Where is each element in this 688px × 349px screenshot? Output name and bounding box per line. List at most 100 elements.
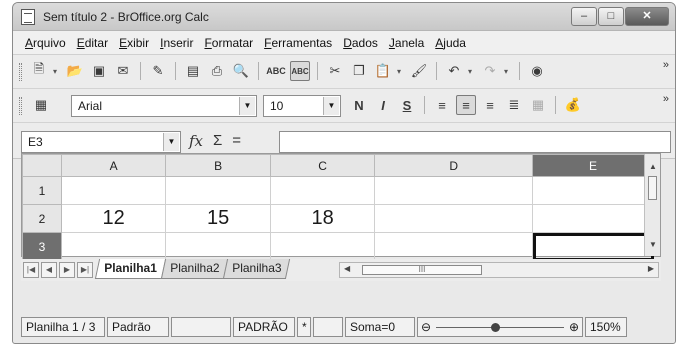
zoom-level[interactable]: 150%	[585, 317, 627, 337]
cell-b1[interactable]	[165, 176, 271, 205]
underline-button[interactable]: S	[397, 95, 417, 115]
cell-b2[interactable]: 15	[165, 204, 271, 233]
font-name-dropdown-icon[interactable]: ▼	[239, 97, 255, 115]
menu-formatar[interactable]: Formatar	[204, 36, 253, 50]
scroll-up-icon[interactable]: ▲	[649, 162, 657, 171]
cell-c1[interactable]	[269, 176, 376, 205]
column-header-e[interactable]: E	[532, 154, 654, 177]
minimize-button[interactable]: –	[571, 7, 597, 26]
cut-icon[interactable]: ✂	[325, 61, 345, 81]
row-header-2[interactable]: 2	[22, 204, 62, 233]
scroll-left-icon[interactable]: ◀	[344, 264, 350, 273]
scroll-right-icon[interactable]: ▶	[648, 264, 654, 273]
menu-inserir[interactable]: Inserir	[160, 36, 193, 50]
zoom-track[interactable]	[436, 327, 564, 328]
italic-button[interactable]: I	[373, 95, 393, 115]
new-dropdown-icon[interactable]: ▾	[53, 67, 61, 76]
edit-file-icon[interactable]: ✎	[148, 61, 168, 81]
toolbar-overflow-icon[interactable]: »	[663, 60, 669, 71]
export-pdf-icon[interactable]: ▤	[183, 61, 203, 81]
last-sheet-icon[interactable]: ▶|	[77, 262, 93, 278]
scroll-down-icon[interactable]: ▼	[649, 240, 657, 249]
cell-a3[interactable]	[60, 232, 167, 261]
cell-e2[interactable]	[532, 204, 654, 233]
open-icon[interactable]: 📂	[65, 61, 85, 81]
cell-e1[interactable]	[532, 176, 654, 205]
align-right-icon[interactable]: ≡	[480, 95, 500, 115]
sum-icon[interactable]: Σ	[213, 132, 222, 150]
font-size-box[interactable]: 10 ▼	[263, 95, 341, 117]
align-left-icon[interactable]: ≡	[432, 95, 452, 115]
maximize-button[interactable]: □	[598, 7, 624, 26]
cell-a2[interactable]: 12	[60, 204, 167, 233]
justify-icon[interactable]: ≣	[504, 95, 524, 115]
name-box[interactable]: E3 ▼	[21, 131, 181, 153]
clone-format-icon[interactable]: 🖌	[409, 61, 429, 81]
tab-planilha2[interactable]: Planilha2	[160, 259, 229, 279]
horizontal-scrollbar[interactable]: ◀ III ▶	[339, 262, 659, 278]
styles-icon[interactable]: ▦	[31, 95, 51, 115]
menu-janela[interactable]: Janela	[389, 36, 424, 50]
vertical-scroll-thumb[interactable]	[648, 176, 657, 200]
horizontal-scroll-thumb[interactable]: III	[362, 265, 482, 275]
toolbar-grip[interactable]	[19, 97, 22, 115]
font-size-dropdown-icon[interactable]: ▼	[323, 97, 339, 115]
autospellcheck-icon[interactable]: ABC	[290, 61, 310, 81]
zoom-slider[interactable]: ⊖ ⊕	[417, 317, 583, 337]
cell-d2[interactable]	[374, 204, 534, 233]
status-sheet-position[interactable]: Planilha 1 / 3	[21, 317, 105, 337]
cell-e3-selected[interactable]	[532, 232, 654, 261]
menu-ajuda[interactable]: Ajuda	[435, 36, 466, 50]
cell-d1[interactable]	[374, 176, 534, 205]
column-header-a[interactable]: A	[60, 154, 167, 177]
status-page-style[interactable]: Padrão	[107, 317, 169, 337]
column-header-b[interactable]: B	[165, 154, 271, 177]
zoom-slider-knob[interactable]	[490, 323, 500, 332]
status-signature-field[interactable]	[313, 317, 343, 337]
status-insert-mode[interactable]: PADRÃO	[233, 317, 295, 337]
save-icon[interactable]: ▣	[89, 61, 109, 81]
undo-icon[interactable]: ↶	[444, 61, 464, 81]
column-header-d[interactable]: D	[374, 154, 534, 177]
paste-dropdown-icon[interactable]: ▾	[397, 67, 405, 76]
previous-sheet-icon[interactable]: ◀	[41, 262, 57, 278]
navigator-icon[interactable]: ◉	[527, 61, 547, 81]
menu-dados[interactable]: Dados	[343, 36, 378, 50]
font-name-box[interactable]: Arial ▼	[71, 95, 257, 117]
page-preview-icon[interactable]: 🔍	[231, 61, 251, 81]
menu-ferramentas[interactable]: Ferramentas	[264, 36, 332, 50]
cell-c2[interactable]: 18	[269, 204, 376, 233]
cell-d3[interactable]	[374, 232, 534, 261]
formula-input[interactable]	[279, 131, 671, 153]
merge-cells-icon[interactable]: ▦	[528, 95, 548, 115]
toolbar-grip[interactable]	[19, 63, 22, 81]
menu-arquivo[interactable]: Arquivo	[25, 36, 66, 50]
tab-planilha3[interactable]: Planilha3	[222, 259, 291, 279]
bold-button[interactable]: N	[349, 95, 369, 115]
cell-c3[interactable]	[269, 232, 376, 261]
first-sheet-icon[interactable]: |◀	[23, 262, 39, 278]
vertical-scrollbar[interactable]: ▲ ▼	[644, 154, 660, 256]
select-all-corner[interactable]	[22, 154, 62, 177]
column-header-c[interactable]: C	[269, 154, 376, 177]
undo-dropdown-icon[interactable]: ▾	[468, 67, 476, 76]
email-icon[interactable]: ✉	[113, 61, 133, 81]
zoom-out-icon[interactable]: ⊖	[421, 318, 431, 336]
menu-editar[interactable]: Editar	[77, 36, 108, 50]
next-sheet-icon[interactable]: ▶	[59, 262, 75, 278]
close-button[interactable]: ✕	[625, 7, 669, 26]
paste-icon[interactable]: 📋	[373, 61, 393, 81]
function-wizard-icon[interactable]: fx	[189, 132, 203, 150]
status-sum[interactable]: Soma=0	[345, 317, 415, 337]
cell-a1[interactable]	[60, 176, 167, 205]
zoom-in-icon[interactable]: ⊕	[569, 318, 579, 336]
redo-icon[interactable]: ↷	[480, 61, 500, 81]
redo-dropdown-icon[interactable]: ▾	[504, 67, 512, 76]
row-header-3[interactable]: 3	[22, 232, 62, 261]
print-icon[interactable]: ⎙	[207, 61, 227, 81]
toolbar-overflow-icon[interactable]: »	[663, 94, 669, 105]
name-box-dropdown-icon[interactable]: ▼	[163, 133, 179, 151]
function-icon[interactable]: =	[232, 132, 241, 150]
new-icon[interactable]: 🗎	[29, 61, 49, 81]
menu-exibir[interactable]: Exibir	[119, 36, 149, 50]
